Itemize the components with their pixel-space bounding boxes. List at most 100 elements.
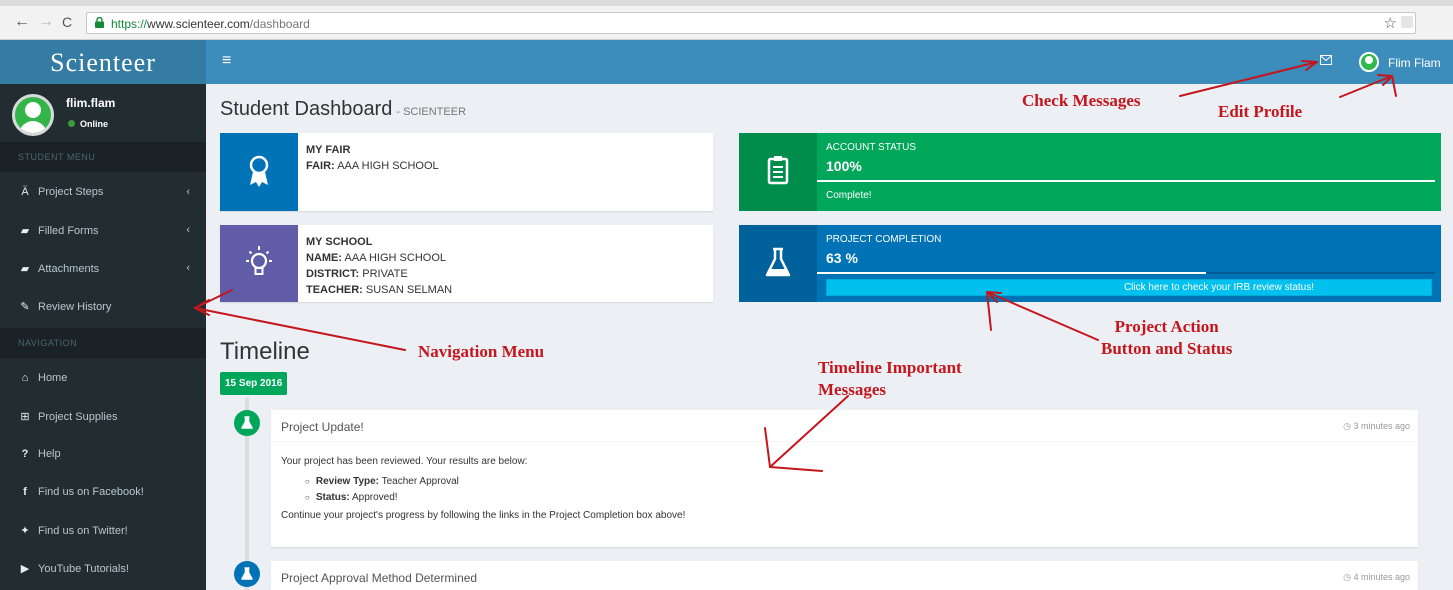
folder-icon: ▰ — [20, 263, 30, 275]
account-status-value: 100% — [826, 158, 862, 174]
back-icon[interactable]: ← — [14, 14, 30, 30]
clock-icon: ◷ — [1343, 421, 1351, 431]
sidebar-item-project-steps[interactable]: Ä Project Steps ‹ — [0, 174, 206, 212]
clipboard-icon — [767, 156, 789, 185]
navigation-header: NAVIGATION — [0, 328, 206, 358]
sidebar-item-project-supplies[interactable]: ⊞ Project Supplies — [0, 398, 206, 436]
project-completion-box: PROJECT COMPLETION 63 % Click here to ch… — [739, 225, 1441, 302]
lock-icon — [95, 17, 104, 28]
reload-icon[interactable]: C — [62, 14, 72, 30]
account-status-box: ACCOUNT STATUS 100% Complete! — [739, 133, 1441, 211]
cart-icon: ⊞ — [20, 411, 30, 423]
annotation-check-messages: Check Messages — [1022, 91, 1141, 110]
question-icon: ? — [21, 448, 29, 460]
school-teacher: SUSAN SELMAN — [365, 284, 453, 296]
irb-review-status-button[interactable]: Click here to check your IRB review stat… — [826, 279, 1432, 296]
sidebar-item-facebook[interactable]: f Find us on Facebook! — [0, 474, 206, 512]
home-icon: ⌂ — [21, 372, 29, 384]
ribbon-award-icon — [249, 155, 269, 187]
pencil-icon: ✎ — [20, 301, 30, 313]
chevron-left-icon: ‹ — [186, 186, 190, 198]
school-details: MY SCHOOL NAME: AAA HIGH SCHOOL DISTRICT… — [306, 236, 453, 296]
sidebar-item-twitter[interactable]: ✦ Find us on Twitter! — [0, 512, 206, 550]
browser-tab-strip — [0, 0, 1453, 6]
project-icon-panel — [739, 225, 817, 302]
annotation-edit-profile: Edit Profile — [1218, 102, 1303, 121]
flask-icon — [765, 247, 791, 277]
project-progress-bar — [817, 272, 1435, 274]
sidebar-item-help[interactable]: ? Help — [0, 436, 206, 474]
annotation-project-action: Project Action Button and Status — [1101, 317, 1233, 358]
chevron-left-icon: ‹ — [186, 262, 190, 274]
timeline-item-header: Project Update! ◷ 3 minutes ago — [271, 410, 1418, 442]
timeline-item-time: ◷ 4 minutes ago — [1343, 572, 1410, 582]
logo-bar[interactable]: Scienteer — [0, 40, 206, 84]
annotation-navigation-menu: Navigation Menu — [418, 342, 545, 361]
timeline-item-body: Your project has been reviewed. Your res… — [271, 442, 1418, 524]
account-icon-panel — [739, 133, 817, 211]
timeline-item-title: Project Approval Method Determined — [281, 571, 478, 585]
sidebar-item-filled-forms[interactable]: ▰ Filled Forms ‹ — [0, 212, 206, 250]
annotation-timeline-messages: Timeline Important Messages — [818, 358, 962, 399]
timeline-item-header: Project Approval Method Determined ◷ 4 m… — [271, 561, 1418, 590]
timeline-flask-icon — [234, 410, 260, 436]
user-menu-name[interactable]: Flim Flam — [1388, 56, 1441, 70]
page-subtitle: - SCIENTEER — [396, 106, 467, 118]
online-dot-icon — [68, 120, 75, 127]
school-district: PRIVATE — [362, 268, 408, 280]
facebook-icon: f — [23, 486, 27, 498]
folder-icon: ▰ — [20, 225, 30, 237]
account-status-label: ACCOUNT STATUS — [826, 142, 917, 153]
bookmark-star-icon[interactable]: ☆ — [1384, 14, 1397, 32]
browser-toolbar: ← → C https://www.scienteer.com/dashboar… — [0, 0, 1453, 40]
fair-box-title: MY FAIR — [306, 144, 351, 156]
sidebar-item-review-history[interactable]: ✎ Review History — [0, 288, 206, 326]
review-status: Status: Approved! — [305, 490, 1408, 506]
youtube-icon: ▶ — [20, 563, 30, 575]
flask-icon: Ä — [21, 186, 29, 198]
school-box-title: MY SCHOOL — [306, 236, 373, 248]
fair-details: MY FAIR FAIR: AAA HIGH SCHOOL — [306, 144, 439, 172]
sidebar: flim.flam Online STUDENT MENU Ä Project S… — [0, 84, 206, 590]
timeline-title: Timeline — [220, 338, 310, 365]
envelope-icon[interactable] — [1320, 55, 1332, 65]
online-status: Online — [68, 119, 108, 129]
logo[interactable]: Scienteer — [0, 48, 206, 78]
clock-icon: ◷ — [1343, 572, 1351, 582]
my-school-box: MY SCHOOL NAME: AAA HIGH SCHOOL DISTRICT… — [220, 225, 713, 302]
sidebar-item-youtube[interactable]: ▶ YouTube Tutorials! — [0, 550, 206, 588]
project-completion-label: PROJECT COMPLETION — [826, 234, 942, 245]
timeline-item-title: Project Update! — [281, 420, 364, 434]
school-name: AAA HIGH SCHOOL — [344, 252, 446, 264]
timeline-item: Project Approval Method Determined ◷ 4 m… — [271, 561, 1418, 590]
sidebar-item-attachments[interactable]: ▰ Attachments ‹ — [0, 250, 206, 288]
address-bar[interactable]: https://www.scienteer.com/dashboard ☆ — [86, 12, 1416, 34]
top-navbar: ≡ Flim Flam — [206, 40, 1453, 84]
project-progress-fill — [817, 272, 1207, 274]
timeline-item: Project Update! ◷ 3 minutes ago Your pro… — [271, 410, 1418, 547]
fair-icon-panel — [220, 133, 298, 211]
student-menu-header: STUDENT MENU — [0, 142, 206, 172]
page-title: Student Dashboard - SCIENTEER — [220, 98, 467, 120]
sidebar-toggle-icon[interactable]: ≡ — [222, 52, 231, 70]
url-text: https://www.scienteer.com/dashboard — [111, 17, 310, 31]
account-progress-fill — [817, 180, 1435, 182]
project-completion-value: 63 % — [826, 250, 858, 266]
extension-icon[interactable] — [1401, 16, 1413, 28]
twitter-icon: ✦ — [20, 525, 30, 537]
sidebar-user-name: flim.flam — [66, 96, 116, 110]
fair-name: AAA HIGH SCHOOL — [337, 160, 439, 172]
school-icon-panel — [220, 225, 298, 302]
forward-icon[interactable]: → — [38, 14, 54, 30]
user-avatar[interactable] — [1359, 52, 1379, 72]
timeline-date-label: 15 Sep 2016 — [220, 372, 288, 395]
review-type: Review Type: Teacher Approval — [305, 474, 1408, 490]
account-status-description: Complete! — [826, 190, 872, 201]
timeline-flask-icon — [234, 561, 260, 587]
account-progress-bar — [817, 180, 1435, 182]
chevron-left-icon: ‹ — [186, 224, 190, 236]
my-fair-box: MY FAIR FAIR: AAA HIGH SCHOOL — [220, 133, 713, 211]
timeline-item-time: ◷ 3 minutes ago — [1343, 421, 1410, 431]
sidebar-item-home[interactable]: ⌂ Home — [0, 360, 206, 398]
lightbulb-icon — [246, 246, 272, 275]
